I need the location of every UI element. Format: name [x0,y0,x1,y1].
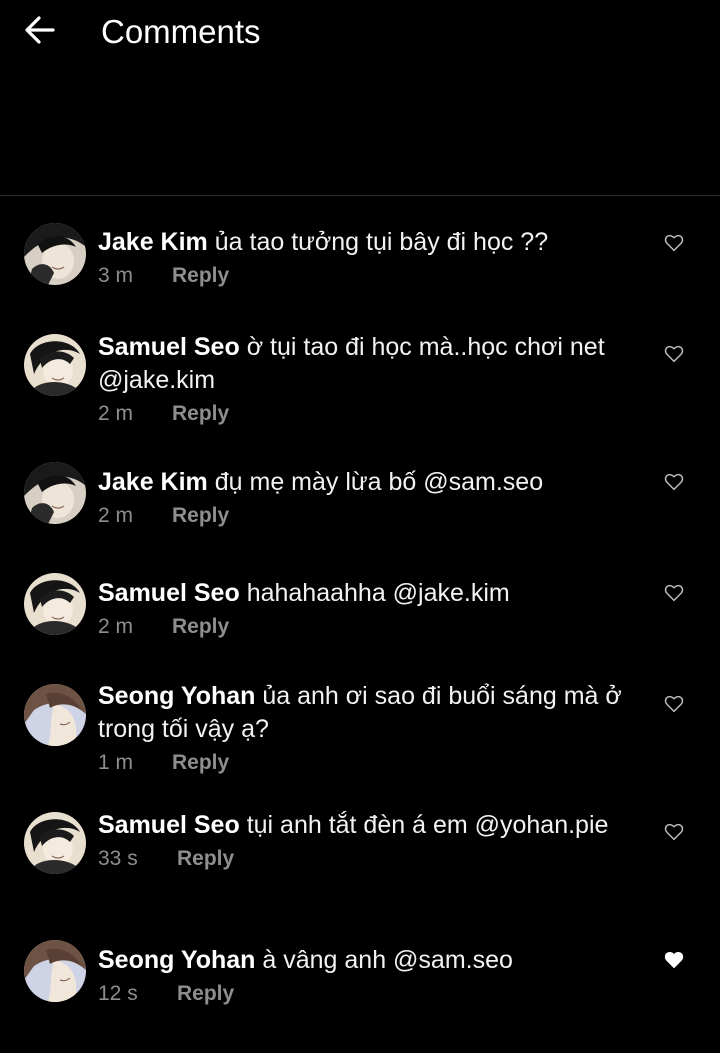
comment-timestamp: 2 m [98,504,134,527]
page-title: Comments [101,13,261,50]
reply-button[interactable]: Reply [172,399,229,429]
comment-text: Samuel Seo ờ tụi tao đi học mà..học chơi… [98,331,638,397]
like-button[interactable] [663,471,685,493]
comment-timestamp: 2 m [98,402,134,425]
comment-timestamp: 3 m [98,264,134,287]
heart-outline-icon [664,584,684,602]
avatar[interactable] [24,812,86,874]
like-button[interactable] [663,949,685,971]
avatar[interactable] [24,223,86,285]
comment-text: Seong Yohan ủa anh ơi sao đi buổi sáng m… [98,680,638,746]
comment-timestamp: 12 s [98,982,138,1005]
avatar[interactable] [24,573,86,635]
reply-button[interactable]: Reply [177,979,234,1009]
heart-filled-icon [664,951,684,969]
comment-username[interactable]: Samuel Seo [98,811,240,839]
comment-text: Seong Yohan à vâng anh @sam.seo [98,944,638,977]
reply-button[interactable]: Reply [177,844,234,874]
like-button[interactable] [663,821,685,843]
comment-username[interactable]: Jake Kim [98,468,208,496]
heart-outline-icon [664,823,684,841]
comment-message: hahahaahha @jake.kim [246,579,510,607]
avatar[interactable] [24,940,86,1002]
top-bar: Comments [0,0,720,196]
comment-timestamp: 33 s [98,847,138,870]
comment-username[interactable]: Samuel Seo [98,333,240,361]
comment-text: Samuel Seo tụi anh tắt đèn á em @yohan.p… [98,809,638,842]
like-button[interactable] [663,582,685,604]
avatar[interactable] [24,334,86,396]
comment-username[interactable]: Jake Kim [98,228,208,256]
comment-username[interactable]: Samuel Seo [98,579,240,607]
reply-button[interactable]: Reply [172,612,229,642]
like-button[interactable] [663,343,685,365]
reply-button[interactable]: Reply [172,748,229,778]
comment-text: Jake Kim ủa tao tưởng tụi bây đi học ?? [98,226,638,259]
like-button[interactable] [663,232,685,254]
comment-message: à vâng anh @sam.seo [262,946,513,974]
reply-button[interactable]: Reply [172,501,229,531]
comment-timestamp: 2 m [98,615,134,638]
heart-outline-icon [664,345,684,363]
like-button[interactable] [663,693,685,715]
comment-username[interactable]: Seong Yohan [98,946,255,974]
comment-username[interactable]: Seong Yohan [98,682,255,710]
comment-text: Jake Kim đụ mẹ mày lừa bố @sam.seo [98,466,638,499]
comment-text: Samuel Seo hahahaahha @jake.kim [98,577,638,610]
comment-message: đụ mẹ mày lừa bố @sam.seo [214,468,544,496]
reply-button[interactable]: Reply [172,261,229,291]
heart-outline-icon [664,473,684,491]
heart-outline-icon [664,234,684,252]
arrow-left-icon [25,16,55,44]
back-button[interactable] [20,10,60,50]
heart-outline-icon [664,695,684,713]
comment-timestamp: 1 m [98,751,134,774]
comment-message: ủa tao tưởng tụi bây đi học ?? [214,228,549,256]
avatar[interactable] [24,462,86,524]
avatar[interactable] [24,684,86,746]
comment-message: tụi anh tắt đèn á em @yohan.pie [246,811,609,839]
